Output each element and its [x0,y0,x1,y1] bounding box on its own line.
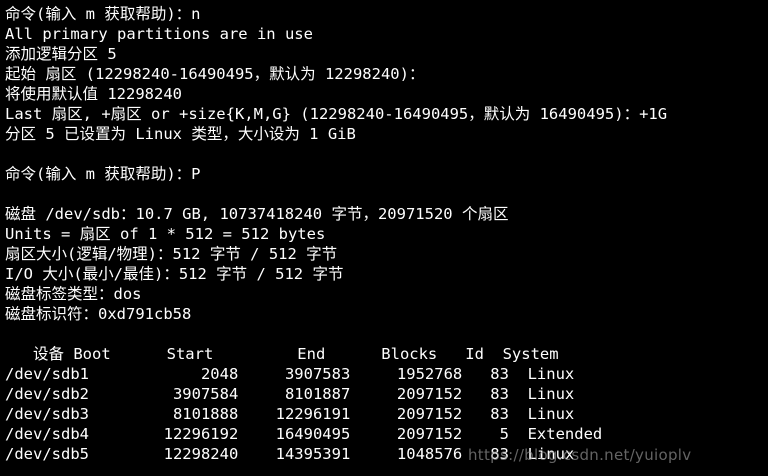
disk-info-line: 磁盘标识符：0xd791cb58 [5,305,192,323]
disk-info-line: 磁盘 /dev/sdb：10.7 GB, 10737418240 字节，2097… [5,205,509,223]
terminal-line: 起始 扇区 (12298240-16490495，默认为 12298240)： [5,65,425,83]
terminal-line: Last 扇区, +扇区 or +size{K,M,G} (12298240-1… [5,105,668,123]
terminal-line: 命令(输入 m 获取帮助)：P [5,165,201,183]
partition-table-header: 设备 Boot Start End Blocks Id System [5,345,559,363]
partition-table-row: /dev/sdb3 8101888 12296191 2097152 83 Li… [5,405,575,423]
terminal-window[interactable]: 命令(输入 m 获取帮助)：n All primary partitions a… [0,0,768,476]
disk-info-line: 磁盘标签类型：dos [5,285,142,303]
terminal-line: 将使用默认值 12298240 [5,85,182,103]
disk-info-line: Units = 扇区 of 1 * 512 = 512 bytes [5,225,326,243]
terminal-line: 分区 5 已设置为 Linux 类型，大小设为 1 GiB [5,125,356,143]
disk-info-line: 扇区大小(逻辑/物理)：512 字节 / 512 字节 [5,245,338,263]
terminal-line: All primary partitions are in use [5,25,313,43]
partition-table-row: /dev/sdb2 3907584 8101887 2097152 83 Lin… [5,385,575,403]
watermark: https://blog.csdn.net/yuioplv [468,446,692,464]
partition-table-row: /dev/sdb4 12296192 16490495 2097152 5 Ex… [5,425,603,443]
terminal-line: 添加逻辑分区 5 [5,45,117,63]
terminal-line: 命令(输入 m 获取帮助)：n [5,5,201,23]
disk-info-line: I/O 大小(最小/最佳)：512 字节 / 512 字节 [5,265,344,283]
partition-table-row: /dev/sdb1 2048 3907583 1952768 83 Linux [5,365,575,383]
